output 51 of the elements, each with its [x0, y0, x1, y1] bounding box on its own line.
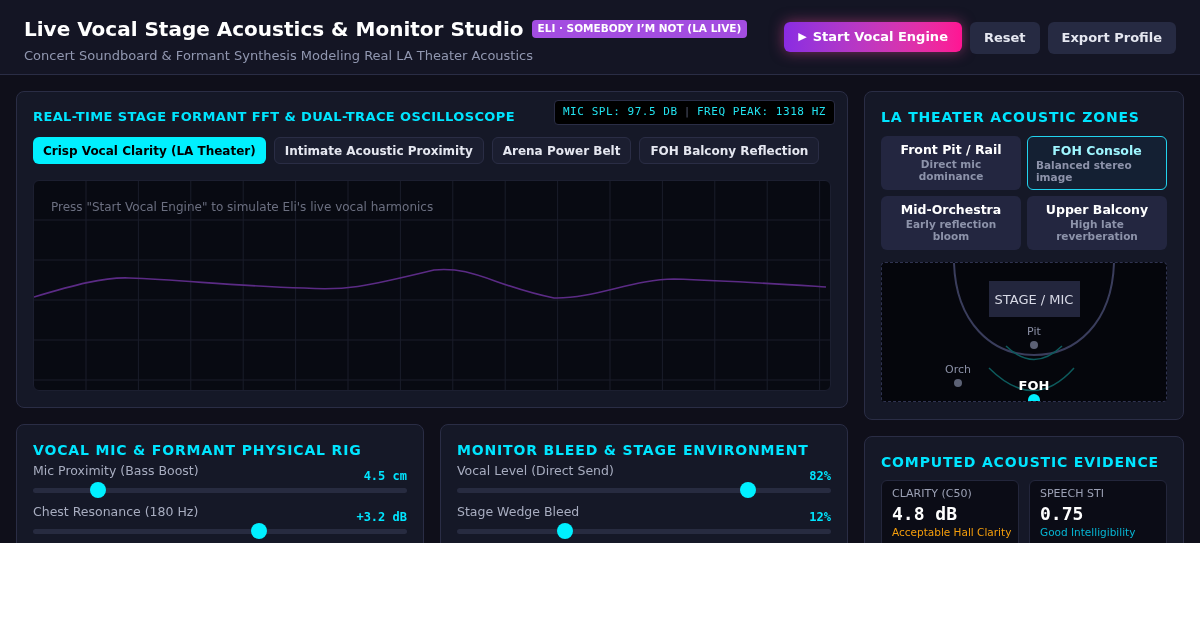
panel-title: VOCAL MIC & FORMANT PHYSICAL RIG — [33, 441, 363, 458]
slider-reading: 12% — [809, 508, 831, 526]
slider-thumb[interactable] — [557, 522, 574, 539]
metric-label: SPEECH STI — [1040, 487, 1105, 501]
slider[interactable] — [457, 522, 831, 539]
slider[interactable] — [33, 481, 407, 498]
track-badge: ELI · SOMEBODY I’M NOT (LA LIVE) — [531, 20, 748, 38]
zone-card[interactable]: FOH Console Balanced stereo image — [1027, 136, 1167, 190]
slider-label: Mic Proximity (Bass Boost) — [33, 462, 199, 480]
slider-reading: +3.2 dB — [356, 508, 407, 526]
sound-wave — [1005, 345, 1063, 361]
slider-reading: 82% — [809, 467, 831, 485]
foh-label: FOH — [1018, 378, 1050, 393]
pit-label: Pit — [1027, 325, 1041, 338]
start-button[interactable]: ▶ Start Vocal Engine — [784, 22, 962, 52]
play-icon: ▶ — [798, 28, 807, 46]
preset-tab[interactable]: Crisp Vocal Clarity (LA Theater) — [33, 137, 266, 164]
toolbar-button[interactable]: Export Profile — [1047, 22, 1176, 54]
app-title: Live Vocal Stage Acoustics & Monitor Studio — [24, 16, 524, 43]
slider-thumb[interactable] — [251, 522, 268, 539]
panel-title: MONITOR BLEED & STAGE ENVIRONMENT — [457, 441, 810, 458]
orch-marker — [954, 379, 962, 387]
panel-title: COMPUTED ACOUSTIC EVIDENCE — [881, 453, 1160, 470]
slider-label: Chest Resonance (180 Hz) — [33, 502, 199, 521]
zone-card[interactable]: Mid-Orchestra Early reflection bloom — [881, 196, 1021, 250]
stage-label: STAGE / MIC — [994, 292, 1074, 307]
panel-title: LA THEATER ACOUSTIC ZONES — [881, 108, 1141, 125]
foh-marker — [1028, 394, 1040, 401]
slider-label: Stage Wedge Bleed — [457, 502, 580, 521]
hint-text: Press "Start Vocal Engine" to simulate Eli's live vocal harmonics — [51, 199, 434, 216]
metric-value: 0.75 — [1040, 503, 1085, 525]
zone-card[interactable]: Upper Balcony High late reverberation — [1027, 196, 1167, 250]
slider-reading: 4.5 cm — [363, 467, 407, 485]
metric-label: CLARITY (C50) — [892, 487, 973, 501]
slider-label: Vocal Level (Direct Send) — [457, 462, 614, 480]
panel-title: REAL-TIME STAGE FORMANT FFT & DUAL-TRACE OSCILLOSCOPE — [33, 108, 515, 125]
readout-display: MIC SPL: 97.5 DB | FREQ PEAK: 1318 HZ — [553, 100, 835, 125]
orch-label: Orch — [945, 363, 971, 376]
preset-tab[interactable]: FOH Balcony Reflection — [639, 137, 820, 164]
preset-tab[interactable]: Arena Power Belt — [491, 137, 632, 164]
metric-value: 4.8 dB — [892, 503, 959, 525]
slider[interactable] — [33, 522, 407, 539]
zone-card[interactable]: Front Pit / Rail Direct mic dominance — [881, 136, 1021, 190]
metric-verdict: Good Intelligibility — [1040, 526, 1137, 539]
pit-marker — [1030, 341, 1038, 349]
preset-tab[interactable]: Intimate Acoustic Proximity — [273, 137, 484, 164]
slider[interactable] — [457, 481, 831, 498]
slider-thumb[interactable] — [739, 481, 756, 498]
slider-thumb[interactable] — [90, 481, 107, 498]
app-subtitle: Concert Soundboard & Formant Synthesis Modeling Real LA Theater Acoustics — [24, 47, 534, 65]
toolbar-button[interactable]: Reset — [969, 22, 1040, 54]
